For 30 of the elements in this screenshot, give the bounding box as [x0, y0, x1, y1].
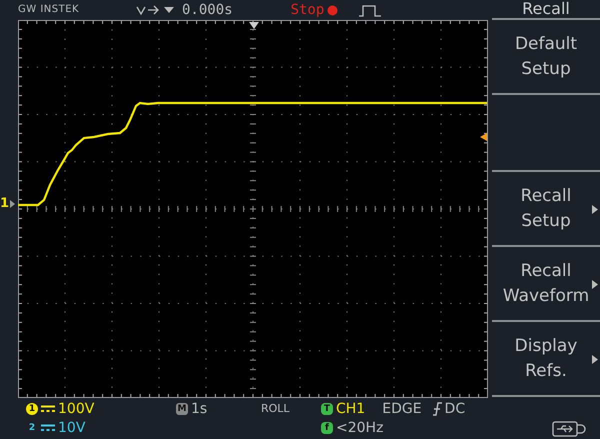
- trigger-type: EDGE: [382, 400, 422, 416]
- dc-coupling-icon: [41, 424, 55, 432]
- trigger-coupling: DC: [444, 400, 466, 416]
- run-state: Stop: [290, 2, 324, 18]
- frequency-badge: f: [321, 422, 333, 434]
- trigger-source: CH1: [336, 400, 366, 416]
- channel-badge: 1: [26, 402, 38, 414]
- menu-button[interactable]: Recall Waveform: [492, 247, 600, 322]
- trigger-position-marker: [249, 22, 259, 29]
- channel-label: 2: [28, 422, 36, 432]
- channel-scale: 100V: [58, 400, 94, 416]
- pulse-icon: [358, 3, 382, 17]
- menu-title: Recall: [492, 0, 600, 20]
- brand-logo: GW INSTEK: [18, 4, 96, 16]
- channel-scale: 10V: [58, 420, 86, 436]
- time-offset: 0.000s: [182, 2, 233, 18]
- menu-button[interactable]: Display Refs.: [492, 322, 600, 397]
- usb-icon: [552, 421, 586, 437]
- trigger-frequency: <20Hz: [336, 420, 384, 436]
- stop-icon: [327, 4, 338, 16]
- rising-edge-icon: [432, 402, 442, 416]
- trigger-badge: T: [321, 402, 333, 414]
- dc-coupling-icon: [41, 404, 55, 412]
- acquire-mode: ROLL: [261, 402, 290, 415]
- timebase-value: 1s: [191, 400, 208, 416]
- menu-button[interactable]: Default Setup: [492, 20, 600, 95]
- trigger-slope-icon: [136, 4, 176, 16]
- timebase-badge: M: [176, 402, 188, 414]
- menu-button[interactable]: Recall Setup: [492, 172, 600, 247]
- trigger-level-marker: [480, 133, 487, 141]
